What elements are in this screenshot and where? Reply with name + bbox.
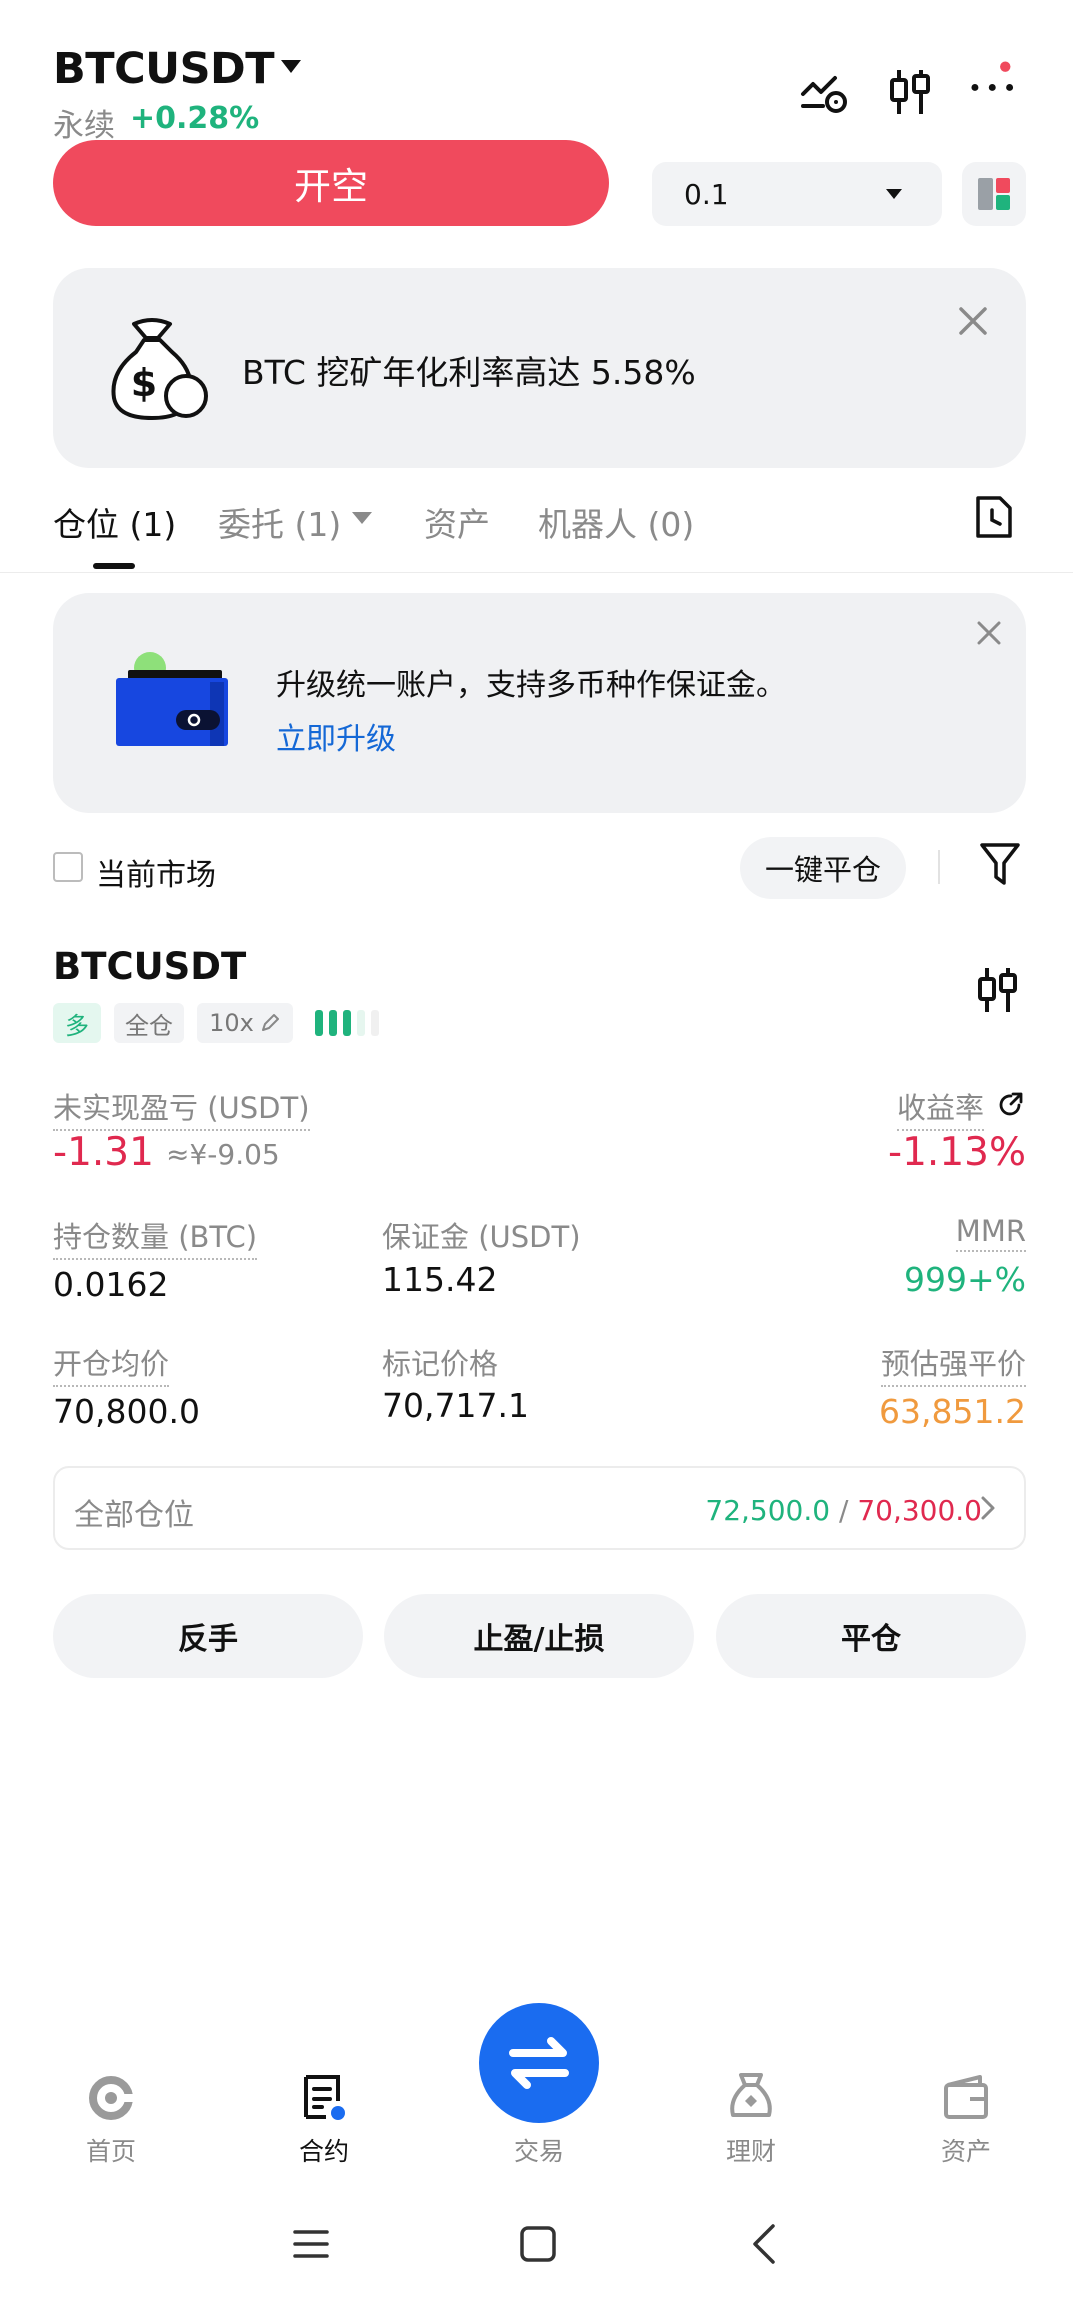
nav-futures-label[interactable]: 合约 [264, 2132, 384, 2168]
margin-value[interactable]: 115.42 [382, 1260, 497, 1299]
roe-value: -1.13% [888, 1130, 1026, 1175]
liquidation-price-value: 63,851.2 [879, 1392, 1026, 1431]
tab-orders[interactable]: 委托 (1) [218, 498, 341, 546]
chevron-right-icon [981, 1496, 995, 1520]
earn-icon[interactable] [727, 2071, 775, 2121]
nav-assets-label[interactable]: 资产 [906, 2132, 1026, 2168]
tab-assets[interactable]: 资产 [424, 498, 490, 546]
upgrade-link[interactable]: 立即升级 [276, 714, 396, 758]
leverage-badge[interactable]: 10x [197, 1003, 293, 1043]
tab-positions[interactable]: 仓位 (1) [53, 498, 176, 546]
edit-icon [261, 1014, 279, 1031]
all-positions-label: 全部仓位 [74, 1498, 194, 1533]
entry-price-label[interactable]: 开仓均价 [53, 1341, 170, 1387]
position-size-label[interactable]: 持仓数量 (BTC) [53, 1214, 258, 1260]
history-icon[interactable] [972, 494, 1018, 540]
contract-type-label: 永续 [53, 108, 115, 144]
entry-price-value: 70,800.0 [53, 1392, 200, 1431]
home-square-icon[interactable] [518, 2224, 558, 2264]
back-icon[interactable] [745, 2222, 785, 2266]
symbol-dropdown-icon[interactable] [281, 60, 301, 73]
mark-price-label: 标记价格 [382, 1347, 499, 1381]
futures-icon[interactable] [302, 2073, 350, 2123]
stop-loss-value: 70,300.0 [857, 1494, 982, 1527]
unrealized-pnl-cny: ≈¥-9.05 [166, 1138, 280, 1171]
roe-label[interactable]: 收益率 [896, 1085, 984, 1131]
quantity-select[interactable]: 0.1 [652, 162, 942, 226]
risk-bar-2 [329, 1010, 337, 1036]
svg-text:$: $ [131, 361, 157, 405]
risk-bar-5 [371, 1010, 379, 1036]
close-position-button[interactable]: 平仓 [716, 1594, 1026, 1678]
menu-icon[interactable] [291, 2224, 331, 2264]
take-profit-value: 72,500.0 [705, 1494, 831, 1527]
liquidation-price-label[interactable]: 预估强平价 [880, 1341, 1026, 1387]
divider [938, 850, 940, 884]
tpsl-button[interactable]: 止盈/止损 [384, 1594, 694, 1678]
risk-bar-1 [315, 1010, 323, 1036]
current-market-label: 当前市场 [96, 858, 216, 893]
promo-text: BTC 挖矿年化利率高达 5.58% [242, 353, 696, 392]
risk-bar-4 [357, 1010, 365, 1036]
notification-dot [1000, 61, 1011, 72]
current-market-checkbox[interactable] [53, 852, 83, 882]
wallet-illustration-icon [116, 652, 228, 746]
mmr-value: 999+% [904, 1260, 1026, 1299]
home-icon[interactable] [88, 2075, 134, 2121]
trade-button[interactable] [479, 2003, 599, 2123]
swap-icon [509, 2037, 569, 2089]
nav-earn-label[interactable]: 理财 [691, 2132, 811, 2168]
unrealized-pnl-label[interactable]: 未实现盈亏 (USDT) [53, 1085, 310, 1131]
share-icon[interactable] [997, 1091, 1025, 1119]
filter-icon[interactable] [978, 841, 1022, 887]
margin-mode-badge: 全仓 [114, 1003, 184, 1043]
position-symbol[interactable]: BTCUSDT [53, 945, 246, 988]
wallet-icon[interactable] [942, 2073, 990, 2121]
mmr-label[interactable]: MMR [955, 1214, 1026, 1252]
close-all-button[interactable]: 一键平仓 [740, 837, 906, 899]
more-icon[interactable] [968, 58, 1020, 110]
chevron-down-icon[interactable] [352, 512, 372, 524]
nav-home-label[interactable]: 首页 [51, 2132, 171, 2168]
risk-bar-3 [343, 1010, 351, 1036]
upgrade-text: 升级统一账户，支持多币种作保证金。 [276, 668, 786, 703]
side-badge: 多 [53, 1003, 101, 1043]
layout-icon [978, 178, 1010, 210]
nav-trade-label[interactable]: 交易 [479, 2132, 599, 2168]
unrealized-pnl-value: -1.31 [53, 1130, 154, 1175]
open-short-button[interactable]: 开空 [53, 140, 609, 226]
quantity-value: 0.1 [684, 177, 729, 211]
tab-active-indicator [93, 563, 135, 569]
margin-label: 保证金 (USDT) [382, 1220, 581, 1254]
tpsl-values: 72,500.0 / 70,300.0 [705, 1494, 982, 1527]
mark-price-value: 70,717.1 [382, 1386, 529, 1425]
money-bag-icon: $ [111, 318, 208, 420]
tab-bots[interactable]: 机器人 (0) [538, 498, 694, 546]
leverage-value: 10x [209, 1009, 254, 1037]
close-icon[interactable] [955, 303, 991, 339]
kline-chart-icon[interactable] [884, 66, 936, 118]
position-size-value: 0.0162 [53, 1265, 169, 1304]
divider [0, 572, 1073, 573]
layout-toggle-button[interactable] [962, 162, 1026, 226]
tpsl-separator: / [838, 1494, 849, 1527]
symbol-title[interactable]: BTCUSDT [53, 44, 275, 94]
reverse-button[interactable]: 反手 [53, 1594, 363, 1678]
close-icon[interactable] [974, 618, 1004, 648]
price-change: +0.28% [130, 101, 260, 136]
chevron-down-icon [886, 189, 902, 199]
kline-chart-icon[interactable] [975, 966, 1021, 1014]
price-alert-icon[interactable] [799, 66, 851, 118]
